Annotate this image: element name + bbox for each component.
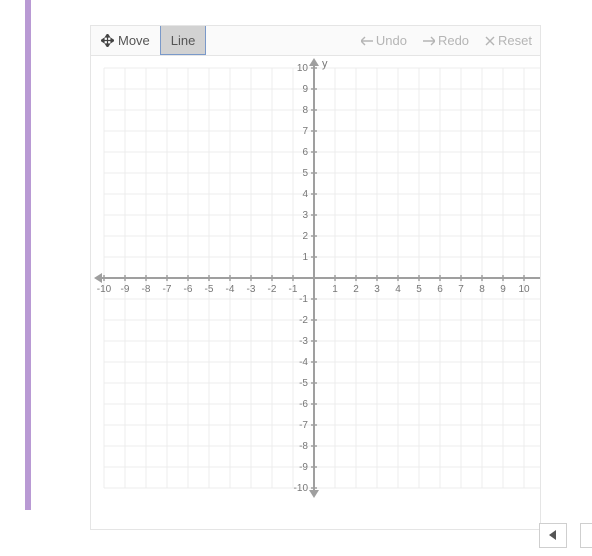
svg-text:-2: -2 — [299, 315, 308, 326]
move-tool-button[interactable]: Move — [91, 26, 161, 55]
toolbar-right-group: Undo Redo Reset — [353, 26, 540, 55]
svg-text:9: 9 — [302, 84, 308, 95]
svg-text:-10: -10 — [97, 284, 112, 295]
svg-text:6: 6 — [302, 147, 308, 158]
redo-button[interactable]: Redo — [415, 26, 477, 55]
svg-text:9: 9 — [500, 284, 506, 295]
reset-label: Reset — [498, 33, 532, 48]
svg-text:5: 5 — [302, 168, 308, 179]
svg-text:7: 7 — [458, 284, 464, 295]
svg-text:-4: -4 — [226, 284, 235, 295]
svg-text:3: 3 — [302, 210, 308, 221]
svg-text:10: 10 — [297, 63, 309, 74]
line-tool-button[interactable]: Line — [160, 26, 207, 55]
svg-text:-6: -6 — [184, 284, 193, 295]
svg-text:-9: -9 — [121, 284, 130, 295]
graph-panel: Move Line Undo Redo Res — [90, 25, 541, 530]
move-tool-label: Move — [118, 33, 150, 48]
svg-text:-7: -7 — [163, 284, 172, 295]
svg-text:-3: -3 — [299, 336, 308, 347]
svg-text:4: 4 — [395, 284, 401, 295]
svg-text:-4: -4 — [299, 357, 308, 368]
next-page-button-partial[interactable] — [580, 523, 592, 548]
svg-text:-8: -8 — [142, 284, 151, 295]
svg-text:1: 1 — [302, 252, 308, 263]
svg-text:-10: -10 — [294, 483, 309, 494]
redo-label: Redo — [438, 33, 469, 48]
svg-text:-8: -8 — [299, 441, 308, 452]
reset-button[interactable]: Reset — [477, 26, 540, 55]
undo-button[interactable]: Undo — [353, 26, 415, 55]
svg-text:-5: -5 — [205, 284, 214, 295]
svg-text:-1: -1 — [299, 294, 308, 305]
svg-text:-3: -3 — [247, 284, 256, 295]
svg-text:8: 8 — [302, 105, 308, 116]
svg-text:-1: -1 — [289, 284, 298, 295]
svg-text:-2: -2 — [268, 284, 277, 295]
svg-text:-6: -6 — [299, 399, 308, 410]
reset-icon — [485, 36, 495, 46]
svg-text:y: y — [322, 58, 328, 70]
prev-page-button[interactable] — [539, 523, 567, 548]
svg-text:1: 1 — [332, 284, 338, 295]
graph-toolbar: Move Line Undo Redo Res — [91, 26, 540, 56]
redo-icon — [423, 36, 435, 46]
svg-text:8: 8 — [479, 284, 485, 295]
svg-text:10: 10 — [518, 284, 530, 295]
svg-text:2: 2 — [302, 231, 308, 242]
svg-text:7: 7 — [302, 126, 308, 137]
svg-text:-9: -9 — [299, 462, 308, 473]
svg-text:-7: -7 — [299, 420, 308, 431]
line-tool-label: Line — [171, 33, 196, 48]
undo-icon — [361, 36, 373, 46]
move-icon — [101, 34, 114, 47]
accent-stripe — [25, 0, 31, 510]
svg-text:2: 2 — [353, 284, 359, 295]
coordinate-plane[interactable]: -10 -9 -8 -7 -6 -5 -4 -3 -2 -1 1 2 3 4 5 6 7 8 9 10 10 9 8 7 6 5 4… — [91, 56, 540, 529]
toolbar-spacer — [205, 26, 353, 55]
undo-label: Undo — [376, 33, 407, 48]
svg-text:5: 5 — [416, 284, 422, 295]
svg-text:3: 3 — [374, 284, 380, 295]
svg-text:4: 4 — [302, 189, 308, 200]
svg-text:6: 6 — [437, 284, 443, 295]
svg-text:-5: -5 — [299, 378, 308, 389]
coordinate-grid: -10 -9 -8 -7 -6 -5 -4 -3 -2 -1 1 2 3 4 5 6 7 8 9 10 10 9 8 7 6 5 4… — [91, 56, 540, 529]
triangle-left-icon — [549, 529, 557, 543]
